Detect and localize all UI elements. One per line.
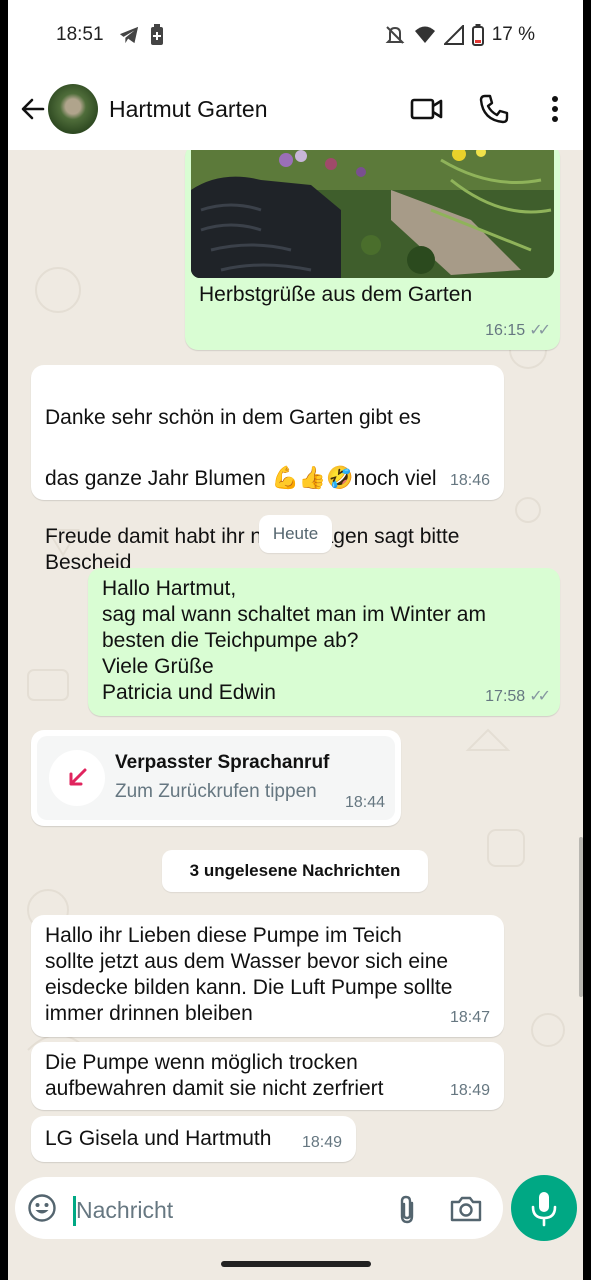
date-label: Heute xyxy=(272,524,319,543)
message-text: LG Gisela und Hartmuth xyxy=(45,1127,272,1150)
mute-icon xyxy=(385,26,405,44)
missed-call-card[interactable]: Verpasster Sprachanruf Zum Zurückrufen t… xyxy=(37,736,395,820)
message-time: 18:49 xyxy=(449,1082,490,1099)
message-list[interactable]: Herbstgrüße aus dem Garten 16:15 ✓✓ Dank… xyxy=(8,150,583,1170)
contact-name[interactable]: Hartmut Garten xyxy=(109,96,268,123)
status-right-icons: 17 % xyxy=(384,24,535,46)
unread-label: 3 ungelesene Nachrichten xyxy=(189,861,401,880)
message-text: Hallo ihr Lieben diese Pumpe im Teich so… xyxy=(45,924,453,1025)
message-input[interactable]: Nachricht xyxy=(76,1197,173,1224)
message-text-segment: noch viel xyxy=(353,467,437,490)
battery-percentage: 17 % xyxy=(491,24,535,45)
message-input-container[interactable]: Nachricht xyxy=(15,1177,503,1239)
message-composer: Nachricht xyxy=(8,1170,583,1250)
missed-call-title: Verpasster Sprachanruf xyxy=(115,752,330,773)
contact-avatar[interactable] xyxy=(48,84,98,134)
message-time: 18:49 xyxy=(301,1134,342,1151)
emoji-icon[interactable] xyxy=(27,1193,57,1223)
message-text: Die Pumpe wenn möglich trocken aufbewahr… xyxy=(45,1051,384,1100)
chat-scrollbar[interactable] xyxy=(579,837,583,997)
attach-icon[interactable] xyxy=(393,1194,421,1226)
camera-icon[interactable] xyxy=(449,1193,483,1225)
status-bar: 18:51 17 % xyxy=(8,0,583,68)
message-time: 18:46 xyxy=(449,472,490,489)
status-left-icons xyxy=(118,24,164,46)
garden-photo-image xyxy=(191,150,554,278)
incoming-message[interactable]: Hallo ihr Lieben diese Pumpe im Teich so… xyxy=(31,915,504,1037)
date-separator: Heute xyxy=(259,515,332,553)
more-options-icon[interactable] xyxy=(538,92,572,126)
battery-saver-icon xyxy=(151,24,163,45)
missed-call-subtitle: Zum Zurückrufen tippen xyxy=(115,781,317,802)
message-meta: 16:15 ✓✓ xyxy=(485,318,551,344)
message-text-line: Danke sehr schön in dem Garten gibt es xyxy=(45,406,421,429)
message-text-segment: das ganze Jahr Blumen xyxy=(45,467,272,490)
signal-icon xyxy=(443,25,464,45)
garden-photo[interactable] xyxy=(191,150,554,278)
message-meta: 17:58 ✓✓ xyxy=(485,684,551,710)
missed-call-message[interactable]: Verpasster Sprachanruf Zum Zurückrufen t… xyxy=(31,730,401,826)
incoming-message[interactable]: LG Gisela und Hartmuth 18:49 xyxy=(31,1116,356,1162)
system-navigation-bar xyxy=(8,1250,583,1280)
unread-messages-separator: 3 ungelesene Nachrichten xyxy=(162,850,428,892)
voice-record-button[interactable] xyxy=(511,1175,577,1241)
battery-icon xyxy=(471,24,484,46)
message-text: Hallo Hartmut, sag mal wann schaltet man… xyxy=(102,577,486,704)
back-arrow-icon[interactable] xyxy=(18,94,48,124)
voice-call-icon[interactable] xyxy=(477,92,511,126)
message-text-line: das ganze Jahr Blumen 💪👍🤣noch viel xyxy=(45,463,459,494)
home-gesture-handle[interactable] xyxy=(221,1261,371,1267)
message-time: 16:15 xyxy=(485,322,526,339)
emoji-group: 💪👍🤣 xyxy=(271,465,354,490)
mic-icon xyxy=(531,1192,557,1227)
chat-header: Hartmut Garten xyxy=(8,68,583,150)
outgoing-message-image[interactable]: Herbstgrüße aus dem Garten 16:15 ✓✓ xyxy=(185,150,560,350)
telegram-icon xyxy=(119,26,139,44)
missed-call-time: 18:44 xyxy=(344,794,385,811)
outgoing-message[interactable]: Hallo Hartmut, sag mal wann schaltet man… xyxy=(88,568,560,716)
status-time: 18:51 xyxy=(56,24,104,45)
message-text: Herbstgrüße aus dem Garten xyxy=(199,283,473,306)
incoming-message[interactable]: Danke sehr schön in dem Garten gibt es d… xyxy=(31,365,504,574)
read-receipt-icon: ✓✓ xyxy=(529,322,551,339)
message-time: 18:47 xyxy=(449,1009,490,1026)
missed-call-icon xyxy=(49,750,105,806)
wifi-icon xyxy=(414,26,435,43)
read-receipt-icon: ✓✓ xyxy=(529,688,551,705)
incoming-message[interactable]: Die Pumpe wenn möglich trocken aufbewahr… xyxy=(31,1042,504,1110)
whatsapp-chat-screen: 18:51 17 % Hartmut Garten Herbstgrüße au… xyxy=(8,0,583,1280)
video-call-icon[interactable] xyxy=(410,92,444,126)
message-time: 17:58 xyxy=(485,688,526,705)
